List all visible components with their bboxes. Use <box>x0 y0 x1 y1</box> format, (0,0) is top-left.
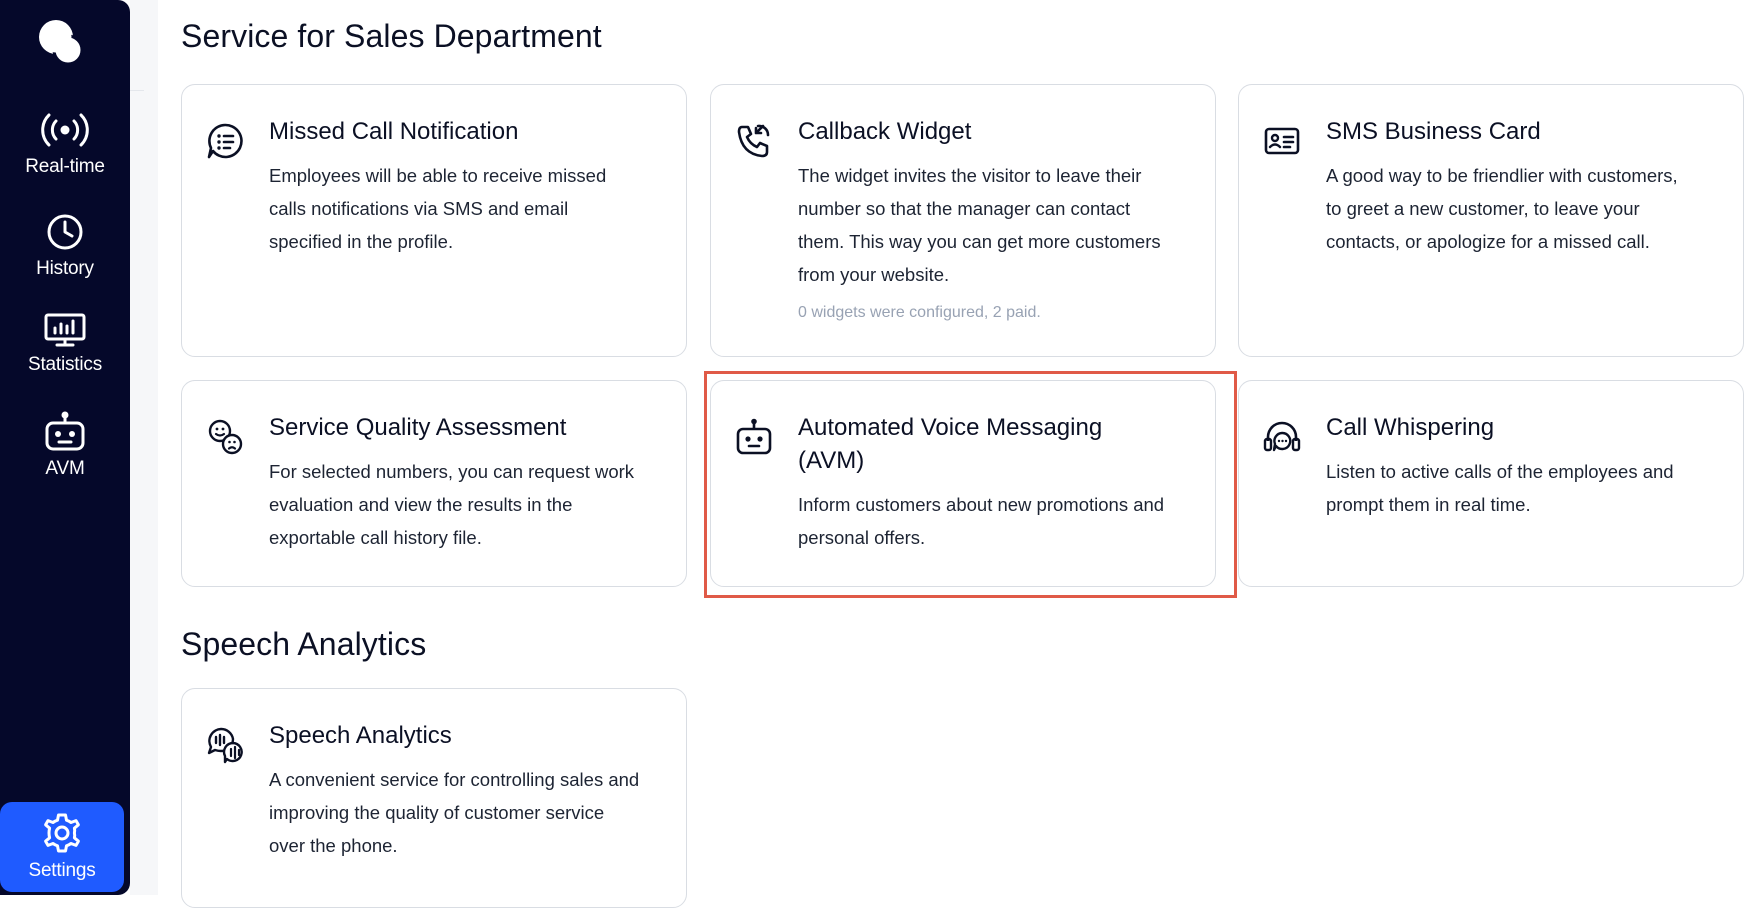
card-speech-analytics[interactable]: Speech Analytics A convenient service fo… <box>181 688 687 908</box>
gear-icon <box>44 813 80 853</box>
section-title-sales: Service for Sales Department <box>181 18 602 54</box>
chart-monitor-icon <box>44 313 86 347</box>
card-automated-voice-messaging[interactable]: Automated Voice Messaging (AVM) Inform c… <box>710 380 1216 587</box>
card-title: SMS Business Card <box>1326 118 1541 145</box>
sidebar-item-label: Statistics <box>27 354 103 375</box>
sidebar: Real-time History Statistics AVM Setting… <box>0 0 130 895</box>
card-title: Callback Widget <box>798 118 972 145</box>
card-description: contacts, or apologize for a missed call… <box>1326 231 1650 252</box>
card-title: Automated Voice Messaging <box>798 414 1103 441</box>
widget-count-note: 0 widgets were configured, 2 paid. <box>798 304 1041 321</box>
card-title: Call Whispering <box>1326 414 1495 441</box>
card-description: Listen to active calls of the employees … <box>1326 461 1674 482</box>
card-title: Missed Call Notification <box>269 118 519 145</box>
speech-waveform-icon <box>207 727 243 764</box>
sidebar-item-label: AVM <box>45 458 85 479</box>
card-description: improving the quality of customer servic… <box>269 802 605 823</box>
card-description: evaluation and view the results in the <box>269 494 573 515</box>
card-description: specified in the profile. <box>269 231 454 252</box>
sidebar-item-real-time[interactable]: Real-time <box>0 110 130 178</box>
card-description: prompt them in real time. <box>1326 494 1531 515</box>
card-title-continued: (AVM) <box>798 447 865 474</box>
divider <box>130 90 144 91</box>
sidebar-item-settings-content: Settings <box>0 812 124 882</box>
card-description: personal offers. <box>798 527 926 548</box>
card-description: number so that the manager can contact <box>798 198 1131 219</box>
card-description: calls notifications via SMS and email <box>269 198 569 219</box>
chat-list-icon <box>207 123 243 159</box>
card-description: A convenient service for controlling sal… <box>269 769 640 790</box>
sidebar-item-label: History <box>36 258 94 279</box>
sidebar-item-statistics[interactable]: Statistics <box>0 312 130 376</box>
phone-callback-icon <box>737 124 770 158</box>
card-description: them. This way you can get more customer… <box>798 231 1161 252</box>
card-title: Service Quality Assessment <box>269 414 567 441</box>
card-description: over the phone. <box>269 835 398 856</box>
card-service-quality-assessment[interactable]: Service Quality Assessment For selected … <box>181 380 687 587</box>
card-description: Inform customers about new promotions an… <box>798 494 1165 515</box>
card-description: For selected numbers, you can request wo… <box>269 461 635 482</box>
sidebar-item-settings[interactable]: Settings <box>0 802 124 892</box>
section-title-speech-analytics: Speech Analytics <box>181 626 427 662</box>
id-card-icon <box>1264 127 1300 155</box>
sidebar-item-label: Real-time <box>25 156 105 177</box>
card-sms-business-card[interactable]: SMS Business Card A good way to be frien… <box>1238 84 1744 357</box>
content-gutter <box>130 0 158 895</box>
robot-icon <box>736 418 772 455</box>
smiley-faces-icon <box>208 419 243 455</box>
card-call-whispering[interactable]: Call Whispering Listen to active calls o… <box>1238 380 1744 587</box>
card-description: to greet a new customer, to leave your <box>1326 198 1640 219</box>
card-description: A good way to be friendlier with custome… <box>1326 165 1678 186</box>
logo-icon[interactable] <box>34 16 86 68</box>
robot-icon <box>45 411 85 451</box>
headset-chat-icon <box>1263 421 1301 452</box>
card-description: from your website. <box>798 264 950 285</box>
card-description: Employees will be able to receive missed <box>269 165 607 186</box>
sidebar-item-label: Settings <box>28 860 96 881</box>
sidebar-item-history[interactable]: History <box>0 212 130 280</box>
card-missed-call-notification[interactable]: Missed Call Notification Employees will … <box>181 84 687 357</box>
clock-icon <box>47 214 83 250</box>
card-description: The widget invites the visitor to leave … <box>798 165 1142 186</box>
sidebar-item-avm[interactable]: AVM <box>0 410 130 480</box>
card-title: Speech Analytics <box>269 722 452 749</box>
card-callback-widget[interactable]: Callback Widget The widget invites the v… <box>710 84 1216 357</box>
broadcast-icon <box>41 113 89 147</box>
card-description: exportable call history file. <box>269 527 482 548</box>
